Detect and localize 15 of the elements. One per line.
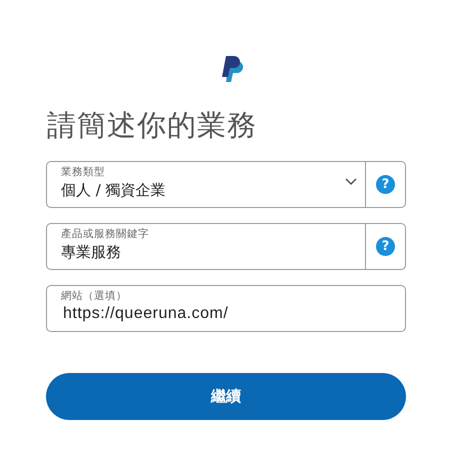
field-label: 產品或服務關鍵字 xyxy=(61,227,150,241)
field-value: 個人 / 獨資企業 xyxy=(61,180,167,201)
field-value: https://queeruna.com/ xyxy=(62,304,230,324)
chevron-down-icon xyxy=(345,178,357,186)
input-field[interactable]: 產品或服務關鍵字 專業服務 ? xyxy=(46,223,406,270)
dropdown-field[interactable]: 業務類型 個人 / 獨資企業 ? xyxy=(46,161,406,208)
field-label: 業務類型 xyxy=(61,165,106,179)
help-icon[interactable]: ? xyxy=(376,237,395,256)
continue-button[interactable]: 繼續 xyxy=(46,373,406,420)
help-icon[interactable]: ? xyxy=(376,175,395,194)
input-field[interactable]: 網站（選填） https://queeruna.com/ xyxy=(46,285,406,332)
field-label: 網站（選填） xyxy=(61,289,128,303)
field-value: 專業服務 xyxy=(61,242,122,263)
page-heading: 請簡述你的業務 xyxy=(47,107,258,144)
logo-icon xyxy=(221,55,245,83)
